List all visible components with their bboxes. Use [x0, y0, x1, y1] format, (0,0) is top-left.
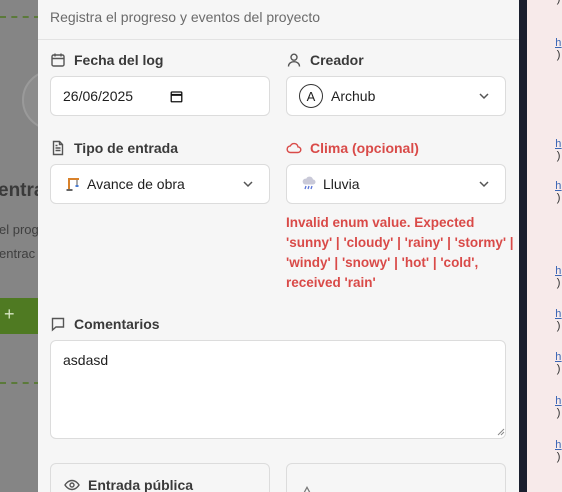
chevron-down-icon: [243, 181, 253, 188]
comments-label: Comentarios: [50, 316, 160, 332]
public-entry-card[interactable]: Entrada pública: [50, 463, 270, 492]
comments-textarea[interactable]: asdasd: [50, 340, 506, 439]
calendar-picker-icon[interactable]: [170, 90, 183, 103]
weather-select[interactable]: Lluvia: [286, 164, 506, 204]
construction-crane-icon: [66, 178, 79, 191]
log-entry-modal: Registra el progreso y eventos del proye…: [38, 0, 519, 492]
code-link: h: [555, 181, 562, 193]
creator-select[interactable]: A Archub: [286, 76, 506, 116]
background-divider: [0, 382, 40, 384]
code-bracket: ): [555, 408, 562, 420]
code-link: h: [555, 396, 562, 408]
weather-error-message: Invalid enum value. Expected 'sunny' | '…: [286, 215, 514, 290]
code-bracket: ): [555, 193, 562, 205]
background-description-line: el prog: [0, 222, 39, 237]
code-bracket: ): [555, 364, 562, 376]
code-link: h: [555, 309, 562, 321]
cloud-icon: [286, 142, 302, 154]
weather-label: Clima (opcional): [286, 140, 419, 156]
secondary-option-card[interactable]: [286, 463, 506, 492]
chevron-down-icon: [479, 93, 489, 100]
code-bracket: ): [555, 321, 562, 333]
background-page: entra el prog entrac +: [0, 0, 40, 492]
background-description-line: entrac: [0, 246, 36, 261]
background-title: entra: [0, 180, 40, 201]
eye-icon: [64, 479, 80, 491]
message-icon: [51, 317, 65, 332]
date-value: 26/06/2025: [63, 88, 134, 104]
public-entry-label: Entrada pública: [64, 477, 193, 492]
resize-handle-icon[interactable]: [497, 428, 505, 436]
background-add-button: +: [0, 298, 40, 334]
header-divider: [38, 39, 519, 40]
chevron-down-icon: [479, 181, 489, 188]
code-link: h: [555, 139, 562, 151]
code-bracket: ): [555, 452, 562, 464]
code-panel: ) h ) h ) h ) h ) h ) h ) h ) h ): [527, 0, 562, 492]
background-divider: [0, 16, 40, 18]
creator-value: Archub: [331, 88, 376, 104]
user-icon: [287, 53, 301, 67]
entry-type-select[interactable]: Avance de obra: [50, 164, 270, 204]
date-label: Fecha del log: [50, 52, 163, 68]
code-bracket: ): [555, 0, 562, 6]
entry-type-value: Avance de obra: [87, 176, 185, 192]
code-link: h: [555, 38, 562, 50]
sidebar-divider: [519, 0, 527, 492]
code-link: h: [555, 440, 562, 452]
warning-icon: [303, 486, 311, 492]
modal-subtitle: Registra el progreso y eventos del proye…: [50, 9, 321, 25]
code-link: h: [555, 352, 562, 364]
calendar-icon: [51, 53, 65, 67]
rain-cloud-icon: [302, 176, 316, 190]
code-bracket: ): [555, 50, 562, 62]
document-icon: [52, 140, 64, 156]
code-bracket: ): [555, 278, 562, 290]
code-bracket: ): [555, 151, 562, 163]
code-link: h: [555, 266, 562, 278]
entry-type-label: Tipo de entrada: [50, 140, 178, 156]
weather-value: Lluvia: [323, 176, 360, 192]
creator-label: Creador: [286, 52, 364, 68]
avatar: A: [299, 84, 323, 108]
date-input[interactable]: 26/06/2025: [50, 76, 270, 116]
